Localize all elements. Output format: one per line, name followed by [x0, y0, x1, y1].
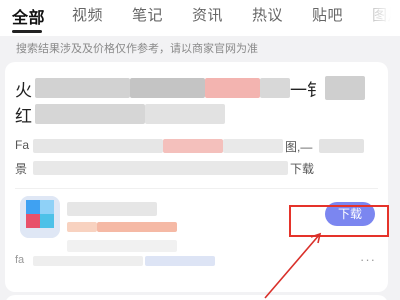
result-title-start[interactable]: 火 — [15, 76, 32, 101]
tab-notes[interactable]: 笔记 — [132, 4, 163, 25]
result-desc-download-link[interactable]: 下载 — [290, 160, 314, 177]
result-source[interactable]: fa — [15, 254, 24, 266]
blurred-app-meta — [67, 222, 97, 232]
blurred-source — [145, 256, 215, 266]
blurred-title-segment — [130, 78, 205, 98]
result-title-end[interactable]: 一钅 — [290, 76, 324, 101]
blurred-app-name — [67, 202, 157, 216]
result-title-line2-start[interactable]: 红 — [15, 102, 32, 127]
blurred-title-segment — [260, 78, 290, 98]
divider — [15, 188, 378, 189]
blurred-source — [33, 256, 143, 266]
blurred-app-meta — [97, 222, 177, 232]
blurred-app-meta — [67, 240, 177, 252]
active-tab-indicator — [12, 30, 42, 33]
annotation-highlight-box — [289, 205, 389, 237]
tab-discussion[interactable]: 热议 — [252, 4, 283, 25]
app-icon-tile — [26, 200, 40, 214]
blurred-title-segment — [145, 104, 225, 124]
app-icon-tile — [40, 214, 54, 228]
price-disclaimer: 搜索结果涉及及价格仅作参考，请以商家官网为准 — [16, 43, 258, 55]
tab-video[interactable]: 视频 — [72, 4, 103, 25]
result-desc-start: Fa — [15, 138, 30, 152]
blurred-desc-segment — [163, 139, 223, 153]
blurred-title-segment — [325, 76, 365, 100]
app-icon-tile — [26, 214, 40, 228]
blurred-title-segment — [205, 78, 260, 98]
blurred-desc-segment — [33, 161, 288, 175]
blurred-desc-segment — [319, 139, 364, 153]
next-result-card[interactable] — [5, 295, 388, 300]
app-icon-tile — [40, 200, 54, 214]
tab-news[interactable]: 资讯 — [192, 4, 223, 25]
blurred-title-segment — [35, 104, 145, 124]
result-desc-mid: 图,— — [285, 140, 313, 154]
blurred-title-segment — [35, 78, 130, 98]
more-options-icon[interactable]: ··· — [360, 252, 376, 267]
blurred-desc-segment — [33, 139, 163, 153]
app-icon[interactable] — [20, 196, 60, 238]
blurred-desc-segment — [223, 139, 283, 153]
search-result-card[interactable]: 火 一钅 红 Fa 图,— 景 下载 fa ··· — [5, 62, 388, 292]
result-desc-line2-start: 景 — [15, 162, 28, 176]
tab-overflow-fade — [340, 0, 400, 36]
tab-tieba[interactable]: 贴吧 — [312, 4, 343, 25]
tab-all[interactable]: 全部 — [12, 4, 45, 28]
tab-bar: 全部 视频 笔记 资讯 热议 贴吧 图片 — [0, 0, 400, 36]
